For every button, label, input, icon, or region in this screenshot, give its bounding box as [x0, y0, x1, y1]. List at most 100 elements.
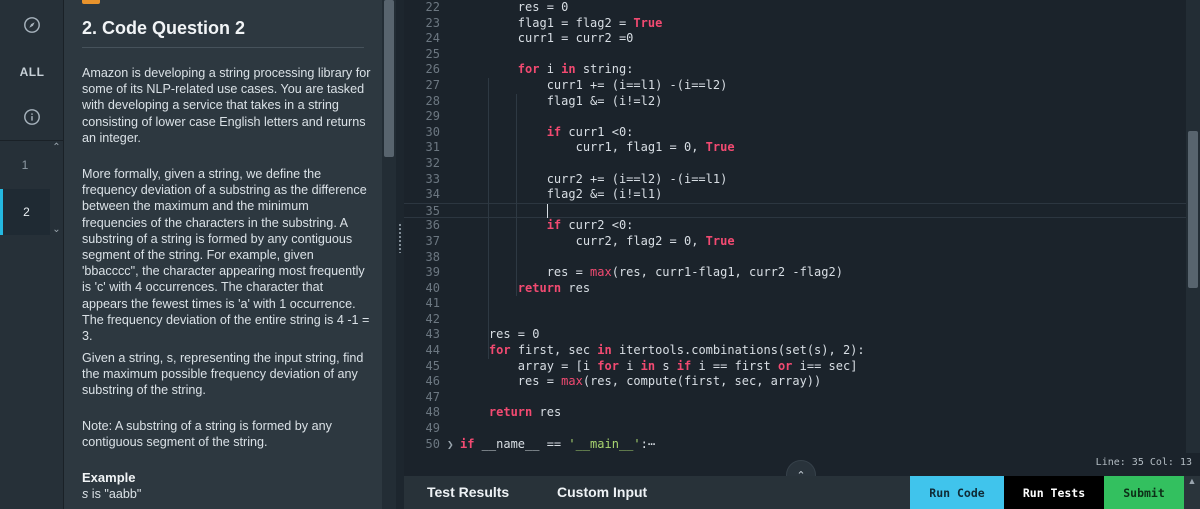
question-paragraph: Given a string, s, representing the inpu… [82, 351, 364, 398]
code-line[interactable]: 38 [404, 250, 1186, 266]
line-number: 43 [425, 327, 440, 342]
code-text: return res [488, 405, 562, 420]
code-line[interactable]: 35 [404, 202, 1186, 220]
question-item-1[interactable]: 1 [0, 142, 50, 188]
line-number: 29 [425, 109, 440, 124]
run-code-button[interactable]: Run Code [910, 476, 1004, 509]
code-line[interactable]: 47 [404, 390, 1186, 406]
chevron-up-icon[interactable]: ⌃ [50, 142, 63, 154]
code-line[interactable]: 26 for i in string: [404, 62, 1186, 78]
code-line[interactable]: 31 curr1, flag1 = 0, True [404, 140, 1186, 156]
code-line[interactable]: 37 curr2, flag2 = 0, True [404, 234, 1186, 250]
code-line[interactable]: 39 res = max(res, curr1-flag1, curr2 -fl… [404, 265, 1186, 281]
line-number: 48 [425, 405, 440, 420]
scroll-thumb[interactable] [1188, 131, 1198, 288]
line-number: 39 [425, 265, 440, 280]
example-text: is "aabb" [88, 487, 142, 501]
code-text: if curr1 <0: [546, 124, 634, 139]
indent-guide [516, 93, 517, 297]
info-icon[interactable] [0, 94, 64, 140]
code-text: flag1 &= (i!=l2) [460, 93, 663, 108]
code-text: res = 0 [460, 327, 540, 342]
line-number: 32 [425, 155, 440, 170]
code-line[interactable]: 45 array = [i for i in s if i == first o… [404, 359, 1186, 375]
code-lines[interactable]: 22 res = 0 23 flag1 = flag2 = True 24 curr… [404, 0, 1186, 452]
line-number: 27 [425, 77, 440, 92]
code-line[interactable]: 30 if curr1 <0: [404, 125, 1186, 141]
code-text: curr2 += (i==l2) -(i==l1) [460, 171, 728, 186]
code-text: curr1 += (i==l1) -(i==l2) [460, 77, 728, 92]
question-list-scroll[interactable]: ⌃ ⌄ [50, 142, 63, 236]
question-paragraph: Note: A substring of a string is formed … [82, 419, 332, 450]
code-text: for first, sec in itertools.combinations… [488, 343, 865, 358]
line-number: 50 [425, 436, 440, 451]
code-line[interactable]: 32 [404, 156, 1186, 172]
code-line[interactable]: 44 for first, sec in itertools.combinati… [404, 343, 1186, 359]
line-number: 44 [425, 343, 440, 358]
code-line[interactable]: 28 flag1 &= (i!=l2) [404, 94, 1186, 110]
code-line[interactable]: 22 res = 0 [404, 0, 1186, 16]
tab-custom-input[interactable]: Custom Input [557, 484, 647, 500]
run-tests-button[interactable]: Run Tests [1004, 476, 1104, 509]
cursor-position: Line: 35 Col: 13 [1095, 457, 1192, 468]
line-number: 35 [425, 203, 440, 218]
code-text: res = 0 [460, 0, 569, 14]
scroll-thumb[interactable] [384, 0, 394, 157]
line-number: 34 [425, 187, 440, 202]
line-number: 46 [425, 374, 440, 389]
code-editor[interactable]: 22 res = 0 23 flag1 = flag2 = True 24 curr… [404, 0, 1186, 453]
drag-handle-icon[interactable] [398, 223, 402, 253]
line-number: 31 [425, 140, 440, 155]
code-line[interactable]: 33 curr2 += (i==l2) -(i==l1) [404, 172, 1186, 188]
chevron-up-icon: ▲ [1187, 476, 1197, 486]
code-line[interactable]: 25 [404, 47, 1186, 63]
code-line[interactable]: 27 curr1 += (i==l1) -(i==l2) [404, 78, 1186, 94]
line-number: 41 [425, 296, 440, 311]
title-divider [82, 47, 364, 48]
question-paragraph: More formally, given a string, we define… [82, 167, 370, 344]
line-number: 28 [425, 93, 440, 108]
code-text: if curr2 <0: [546, 218, 634, 233]
fold-chevron-icon[interactable]: ❯ [447, 437, 454, 453]
pane-splitter[interactable] [396, 0, 404, 509]
code-line[interactable]: 36 if curr2 <0: [404, 218, 1186, 234]
line-number: 24 [425, 31, 440, 46]
code-text: for i in string: [517, 62, 634, 77]
code-line[interactable]: 29 [404, 109, 1186, 125]
submit-button[interactable]: Submit [1104, 476, 1184, 509]
question-title: 2. Code Question 2 [82, 18, 246, 38]
code-line[interactable]: 23 flag1 = flag2 = True [404, 16, 1186, 32]
line-number: 36 [425, 218, 440, 233]
line-number: 26 [425, 62, 440, 77]
compass-icon[interactable] [0, 2, 64, 48]
editor-scrollbar[interactable] [1186, 0, 1200, 453]
code-line[interactable]: 43 res = 0 [404, 327, 1186, 343]
question-scrollbar[interactable] [382, 0, 396, 509]
indent-guide [488, 78, 489, 359]
left-nav: ALL 1 2 ⌃ ⌄ [0, 0, 64, 509]
code-line[interactable]: 40 return res [404, 281, 1186, 297]
code-line[interactable]: 42 [404, 312, 1186, 328]
code-line[interactable]: 41 [404, 296, 1186, 312]
code-text: curr1, flag1 = 0, True [460, 140, 735, 155]
code-line[interactable]: 48 return res [404, 405, 1186, 421]
code-line[interactable]: 50 ❯ if __name__ == '__main__':⋯ [404, 437, 1186, 453]
line-number: 38 [425, 249, 440, 264]
line-number: 40 [425, 280, 440, 295]
code-line[interactable]: 34 flag2 &= (i!=l1) [404, 187, 1186, 203]
question-item-2[interactable]: 2 [0, 189, 50, 235]
line-number: 30 [425, 124, 440, 139]
code-line[interactable]: 49 [404, 421, 1186, 437]
bottom-scrollbar[interactable]: ▲ [1184, 476, 1200, 509]
code-line[interactable]: 24 curr1 = curr2 =0 [404, 31, 1186, 47]
line-number: 23 [425, 15, 440, 30]
nav-all-questions[interactable]: ALL [0, 49, 64, 95]
chevron-down-icon[interactable]: ⌄ [50, 224, 63, 236]
code-line[interactable]: 46 res = max(res, compute(first, sec, ar… [404, 374, 1186, 390]
example-line: s is "aabb" [82, 487, 141, 501]
question-paragraph: Amazon is developing a string processing… [82, 66, 371, 145]
code-text: if __name__ == '__main__':⋯ [460, 436, 656, 451]
line-number: 22 [425, 0, 440, 14]
tab-test-results[interactable]: Test Results [427, 484, 509, 500]
